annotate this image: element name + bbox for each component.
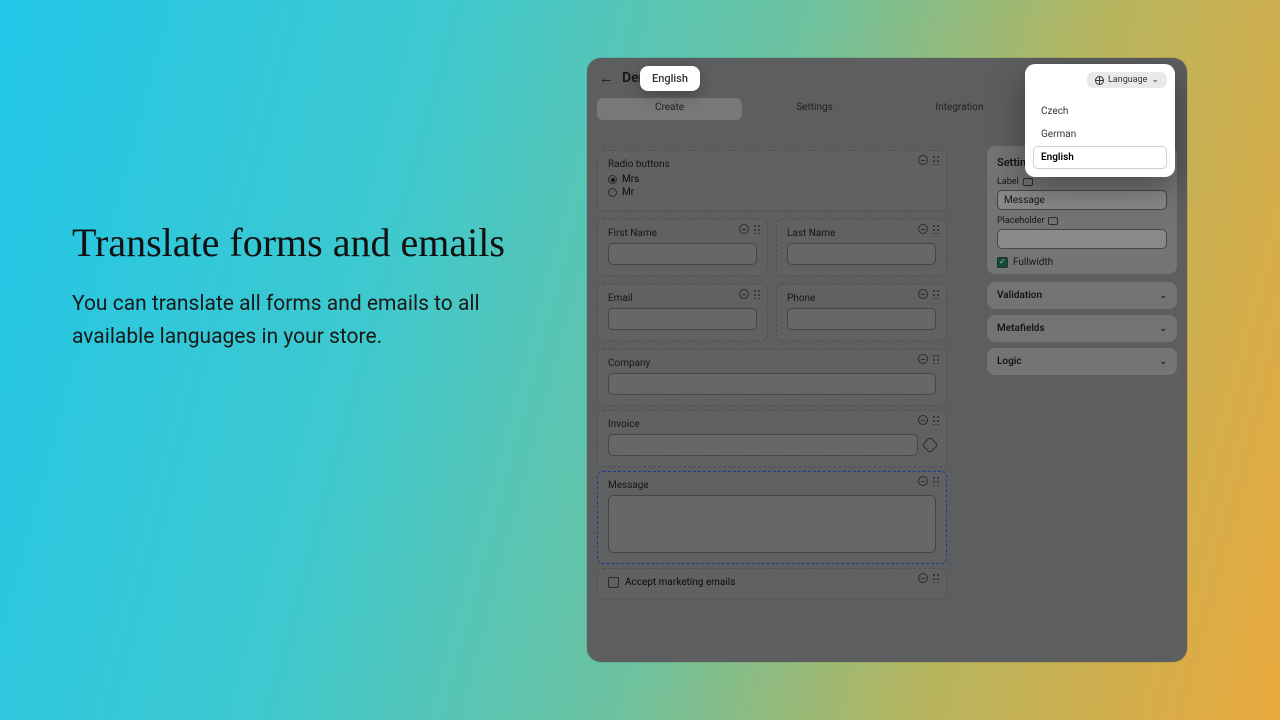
language-list: Czech German English bbox=[1033, 100, 1167, 169]
radio-option-1[interactable]: Mr bbox=[608, 187, 936, 198]
language-dropdown[interactable]: Language ⌄ Czech German English bbox=[1025, 64, 1175, 177]
remove-icon[interactable] bbox=[739, 224, 749, 234]
drag-icon[interactable] bbox=[753, 224, 761, 234]
field-label: Phone bbox=[787, 293, 936, 304]
tab-create[interactable]: Create bbox=[597, 98, 742, 120]
field-label: Message bbox=[608, 480, 936, 491]
chevron-down-icon: ⌄ bbox=[1159, 324, 1167, 334]
language-chip[interactable]: English bbox=[640, 66, 700, 91]
label-input[interactable]: Message bbox=[997, 190, 1167, 210]
label-caption: Label bbox=[997, 177, 1019, 187]
drag-icon[interactable] bbox=[753, 289, 761, 299]
marketing-copy: Translate forms and emails You can trans… bbox=[72, 216, 552, 353]
tab-integration[interactable]: Integration bbox=[887, 98, 1032, 120]
remove-icon[interactable] bbox=[918, 415, 928, 425]
link-icon[interactable] bbox=[922, 437, 939, 454]
checkbox-icon bbox=[608, 577, 619, 588]
remove-icon[interactable] bbox=[918, 573, 928, 583]
block-last-name[interactable]: Last Name bbox=[776, 219, 947, 276]
back-arrow-icon[interactable]: ← bbox=[599, 69, 614, 87]
text-input[interactable] bbox=[787, 243, 936, 265]
drag-icon[interactable] bbox=[932, 155, 940, 165]
language-option-german[interactable]: German bbox=[1033, 123, 1167, 146]
textarea-input[interactable] bbox=[608, 495, 936, 553]
language-option-czech[interactable]: Czech bbox=[1033, 100, 1167, 123]
drag-icon[interactable] bbox=[932, 415, 940, 425]
accordion-validation[interactable]: Validation⌄ bbox=[987, 282, 1177, 309]
accordion-metafields[interactable]: Metafields⌄ bbox=[987, 315, 1177, 342]
remove-icon[interactable] bbox=[918, 155, 928, 165]
accordion-logic[interactable]: Logic⌄ bbox=[987, 348, 1177, 375]
field-label: Email bbox=[608, 293, 757, 304]
chevron-down-icon: ⌄ bbox=[1159, 357, 1167, 367]
block-company[interactable]: Company bbox=[597, 349, 947, 406]
fullwidth-checkbox[interactable]: Fullwidth bbox=[997, 257, 1167, 268]
block-invoice[interactable]: Invoice bbox=[597, 410, 947, 467]
drag-icon[interactable] bbox=[932, 224, 940, 234]
chevron-down-icon: ⌄ bbox=[1151, 75, 1159, 85]
block-email[interactable]: Email bbox=[597, 284, 768, 341]
field-label: First Name bbox=[608, 228, 757, 239]
remove-icon[interactable] bbox=[739, 289, 749, 299]
text-input[interactable] bbox=[608, 434, 918, 456]
field-label: Invoice bbox=[608, 419, 936, 430]
block-first-name[interactable]: First Name bbox=[597, 219, 768, 276]
app-window: English ← Demo Create Settings Integrati… bbox=[587, 58, 1187, 662]
translate-icon[interactable] bbox=[1023, 178, 1033, 186]
marketing-body: You can translate all forms and emails t… bbox=[72, 288, 552, 353]
checkbox-checked-icon bbox=[997, 257, 1008, 268]
marketing-heading: Translate forms and emails bbox=[72, 216, 552, 270]
field-label: Company bbox=[608, 358, 936, 369]
text-input[interactable] bbox=[608, 243, 757, 265]
remove-icon[interactable] bbox=[918, 354, 928, 364]
drag-icon[interactable] bbox=[932, 476, 940, 486]
form-canvas: Radio buttons Mrs Mr First Name Last Nam… bbox=[597, 146, 947, 662]
remove-icon[interactable] bbox=[918, 289, 928, 299]
language-button[interactable]: Language ⌄ bbox=[1087, 72, 1167, 88]
field-label: Last Name bbox=[787, 228, 936, 239]
text-input[interactable] bbox=[608, 308, 757, 330]
checkbox-row[interactable]: Accept marketing emails bbox=[608, 577, 936, 588]
block-message[interactable]: Message bbox=[597, 471, 947, 564]
block-accept[interactable]: Accept marketing emails bbox=[597, 568, 947, 599]
language-option-english[interactable]: English bbox=[1033, 146, 1167, 169]
text-input[interactable] bbox=[608, 373, 936, 395]
chevron-down-icon: ⌄ bbox=[1159, 291, 1167, 301]
radio-option-0[interactable]: Mrs bbox=[608, 174, 936, 185]
placeholder-input[interactable] bbox=[997, 229, 1167, 249]
remove-icon[interactable] bbox=[918, 224, 928, 234]
settings-sidebar: Settings Label Message Placeholder Fullw… bbox=[987, 146, 1177, 381]
block-phone[interactable]: Phone bbox=[776, 284, 947, 341]
text-input[interactable] bbox=[787, 308, 936, 330]
remove-icon[interactable] bbox=[918, 476, 928, 486]
translate-icon[interactable] bbox=[1048, 217, 1058, 225]
tab-settings[interactable]: Settings bbox=[742, 98, 887, 120]
radio-label: Radio buttons bbox=[608, 159, 936, 170]
block-radio[interactable]: Radio buttons Mrs Mr bbox=[597, 150, 947, 211]
placeholder-caption: Placeholder bbox=[997, 216, 1044, 226]
radio-icon bbox=[608, 175, 617, 184]
drag-icon[interactable] bbox=[932, 354, 940, 364]
globe-icon bbox=[1095, 76, 1104, 85]
drag-icon[interactable] bbox=[932, 289, 940, 299]
radio-icon bbox=[608, 188, 617, 197]
drag-icon[interactable] bbox=[932, 573, 940, 583]
